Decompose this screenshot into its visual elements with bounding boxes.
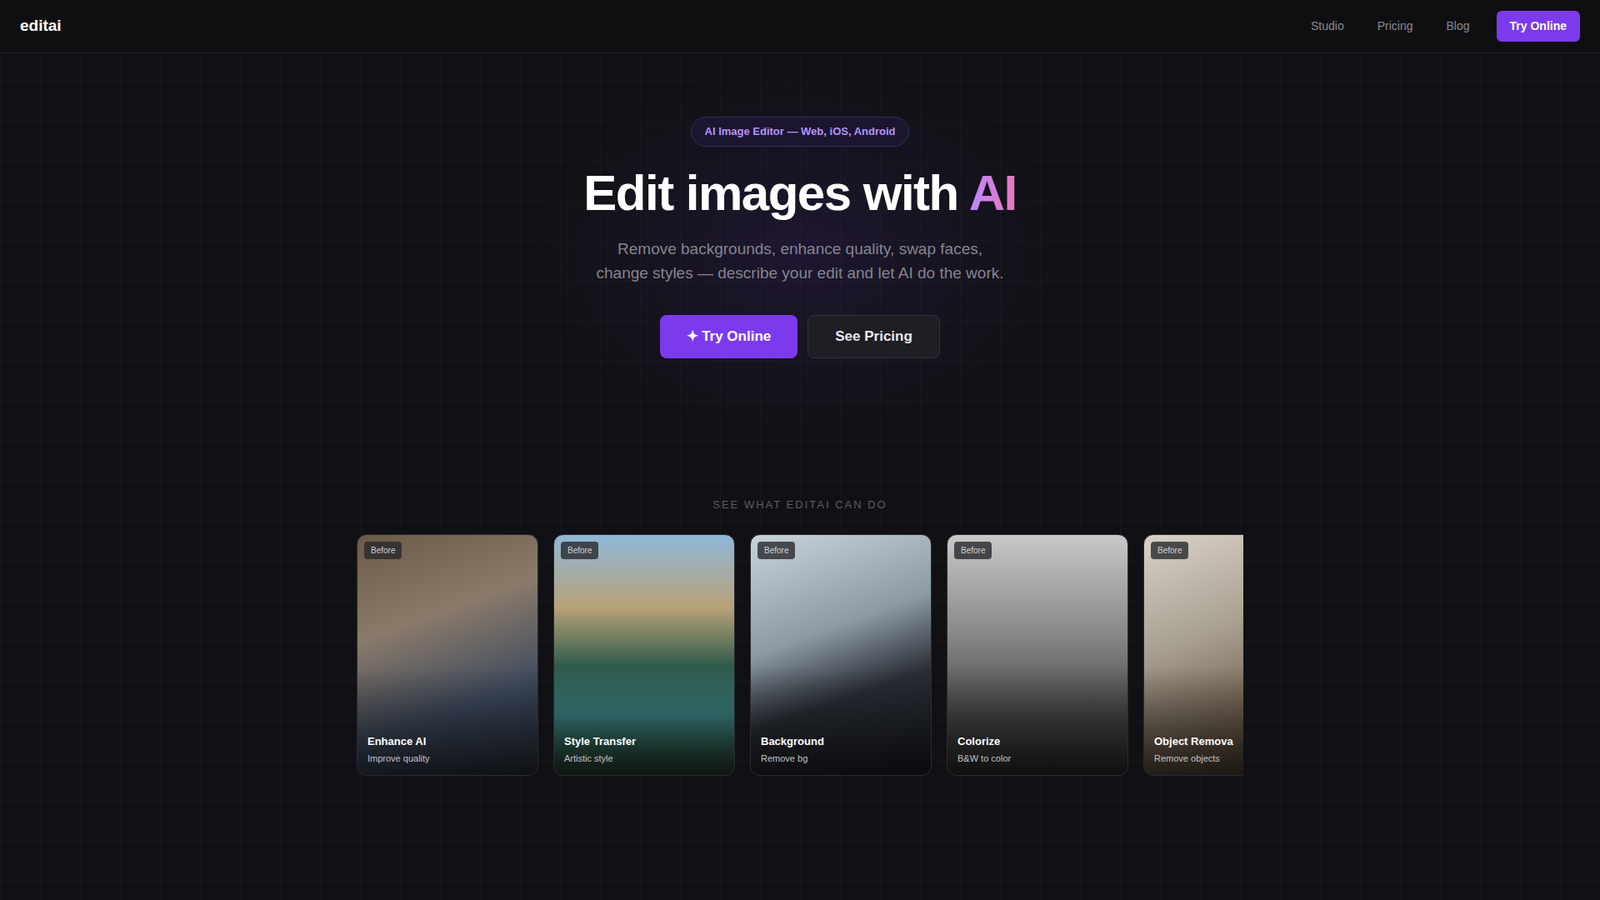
card-title: Enhance AI bbox=[367, 733, 430, 750]
sparkle-icon: ✦ bbox=[686, 325, 699, 348]
showcase-card[interactable]: Before Style TransferArtistic style bbox=[553, 534, 735, 776]
try-online-button[interactable]: ✦Try Online bbox=[660, 315, 798, 359]
hero-subtitle: Remove backgrounds, enhance quality, swa… bbox=[591, 236, 1009, 285]
see-pricing-button[interactable]: See Pricing bbox=[807, 315, 940, 359]
before-badge: Before bbox=[560, 541, 599, 560]
card-title: Style Transfer bbox=[564, 733, 636, 750]
nav-links: StudioPricingBlog Try Online bbox=[1297, 10, 1580, 42]
nav-link[interactable]: Pricing bbox=[1364, 10, 1427, 42]
page: editai StudioPricingBlog Try Online AI Imag… bbox=[0, 0, 1600, 900]
card-subtitle: Remove objects bbox=[1154, 751, 1234, 766]
hero: AI Image Editor — Web, iOS, Android Edit … bbox=[0, 53, 1600, 359]
showcase: SEE WHAT EDITAI CAN DO Before Enhance AIIm… bbox=[0, 496, 1600, 777]
hero-actions: ✦Try OnlineSee Pricing bbox=[660, 315, 940, 359]
nav-try-online-button[interactable]: Try Online bbox=[1496, 10, 1580, 42]
showcase-card[interactable]: Before ColorizeB&W to color bbox=[946, 534, 1129, 776]
showcase-card[interactable]: Before Enhance AIImprove quality bbox=[356, 534, 539, 776]
hero-title: Edit images with AI bbox=[583, 163, 1016, 224]
showcase-card[interactable]: Before Object RemovaRemove objects bbox=[1143, 534, 1244, 776]
card-title: Background bbox=[760, 733, 825, 750]
logo[interactable]: editai bbox=[20, 14, 62, 39]
card-subtitle: Remove bg bbox=[760, 751, 825, 766]
nav-link[interactable]: Studio bbox=[1297, 10, 1358, 42]
before-badge: Before bbox=[954, 541, 992, 560]
before-badge: Before bbox=[364, 541, 402, 560]
before-badge: Before bbox=[1150, 541, 1189, 560]
card-subtitle: Artistic style bbox=[564, 751, 636, 766]
navbar: editai StudioPricingBlog Try Online bbox=[0, 0, 1600, 54]
before-badge: Before bbox=[757, 541, 795, 560]
card-title: Colorize bbox=[957, 733, 1011, 750]
showcase-carousel[interactable]: Before Enhance AIImprove quality Before Sty… bbox=[356, 534, 1244, 776]
showcase-label: SEE WHAT EDITAI CAN DO bbox=[712, 496, 887, 514]
nav-link[interactable]: Blog bbox=[1433, 10, 1484, 42]
showcase-card[interactable]: Before BackgroundRemove bg bbox=[750, 534, 932, 776]
hero-badge: AI Image Editor — Web, iOS, Android bbox=[690, 116, 910, 147]
card-subtitle: Improve quality bbox=[367, 751, 430, 766]
card-title: Object Remova bbox=[1154, 733, 1234, 750]
card-subtitle: B&W to color bbox=[957, 751, 1011, 766]
